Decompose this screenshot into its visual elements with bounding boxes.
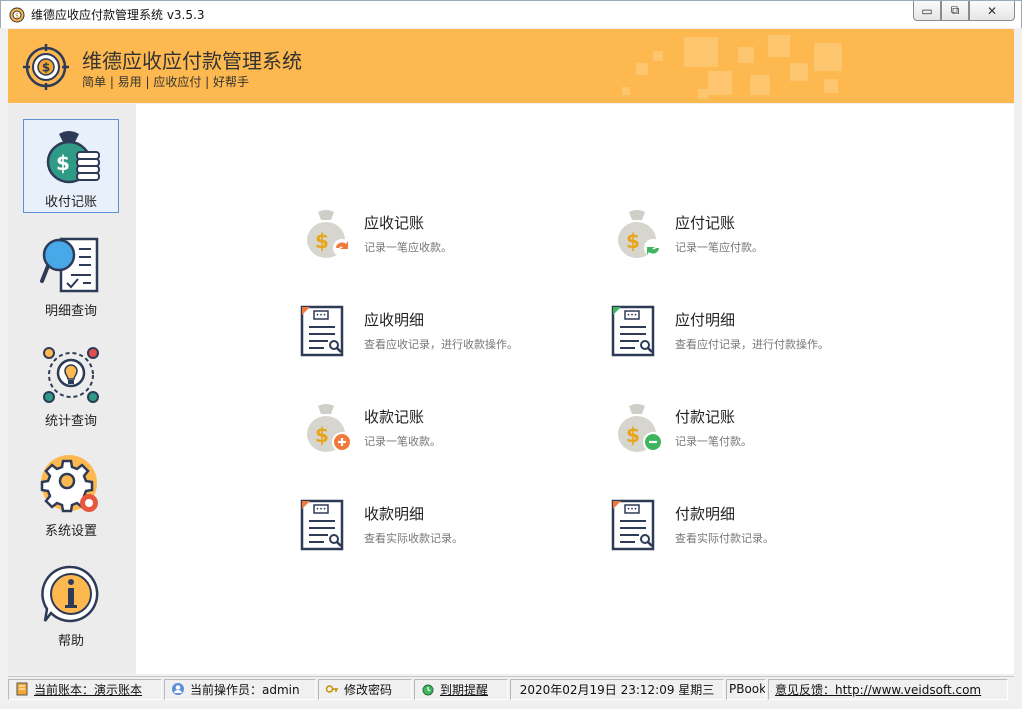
svg-text:$: $ — [626, 229, 640, 253]
document-search-icon: ••• — [300, 499, 344, 551]
svg-text:$: $ — [315, 229, 329, 253]
app-logo-icon: $ — [9, 7, 25, 22]
lightbulb-cycle-icon — [43, 347, 99, 403]
change-password-button[interactable]: 修改密码 — [318, 678, 412, 700]
receivable-entry-button[interactable]: $ 应收记账 记录一笔应收款。 — [300, 206, 452, 262]
svg-text:•••: ••• — [316, 506, 327, 513]
svg-text:•••: ••• — [316, 312, 327, 319]
function-title: 付款明细 — [675, 505, 736, 523]
window-titlebar: $ 维德应收应付款管理系统 v3.5.3 ▭ ⧉ ✕ — [0, 0, 1022, 28]
info-bubble-icon — [41, 565, 99, 623]
close-button[interactable]: ✕ — [969, 1, 1015, 21]
sidebar-item-label: 统计查询 — [44, 414, 97, 429]
status-bar: 当前账本：演示账本 当前操作员：admin 修改密码 到期提醒 2020年02月… — [8, 676, 1014, 701]
current-operator: 当前操作员：admin — [164, 678, 316, 700]
document-search-icon: ••• — [300, 305, 344, 357]
gears-icon — [40, 455, 98, 513]
svg-text:•••: ••• — [627, 312, 638, 319]
user-icon — [172, 683, 184, 695]
due-reminder-link[interactable]: 到期提醒 — [414, 678, 508, 700]
sidebar-item-system-settings[interactable]: 系统设置 — [23, 449, 119, 543]
function-title: 收款明细 — [364, 505, 425, 523]
sidebar-item-label: 明细查询 — [44, 304, 97, 319]
window-title: 维德应收应付款管理系统 v3.5.3 — [31, 8, 205, 22]
function-description: 记录一笔付款。 — [675, 435, 752, 448]
function-description: 记录一笔收款。 — [364, 435, 441, 448]
svg-text:$: $ — [626, 423, 640, 447]
function-description: 查看应收记录，进行收款操作。 — [364, 338, 518, 351]
sidebar-item-label: 系统设置 — [44, 524, 97, 539]
payable-entry-button[interactable]: $ 应付记账 记录一笔应付款。 — [611, 206, 763, 262]
main-panel: $ 应收记账 记录一笔应收款。 $ 应付记账 记录一笔应付款。 ••• 应收明细… — [136, 104, 1014, 674]
svg-text:$: $ — [42, 61, 50, 75]
feedback-link[interactable]: 意见反馈：http://www.veidsoft.com — [768, 678, 1008, 700]
receivable-detail-button[interactable]: ••• 应收明细 查看应收记录，进行收款操作。 — [300, 303, 518, 359]
payable-detail-button[interactable]: ••• 应付明细 查看应付记录，进行付款操作。 — [611, 303, 829, 359]
function-description: 记录一笔应收款。 — [364, 241, 452, 254]
money-bag-coins-icon: $ — [46, 131, 100, 184]
current-datetime: 2020年02月19日 23:12:09 星期三 — [510, 678, 724, 700]
payment-detail-button[interactable]: ••• 付款明细 查看实际付款记录。 — [611, 497, 774, 553]
document-search-icon: ••• — [611, 305, 655, 357]
sidebar-item-detail-query[interactable]: 明细查询 — [23, 229, 119, 323]
function-description: 查看实际付款记录。 — [675, 532, 774, 545]
target-coin-logo-icon: $ — [23, 44, 69, 90]
function-title: 应付记账 — [675, 214, 736, 232]
sidebar-item-help[interactable]: 帮助 — [23, 559, 119, 653]
money-bag-plus-icon: $ — [307, 404, 352, 452]
alarm-clock-icon — [422, 684, 434, 696]
money-bag-arrow-icon: $ — [307, 210, 351, 258]
svg-text:$: $ — [15, 12, 19, 19]
sidebar-item-statistics-query[interactable]: 统计查询 — [23, 339, 119, 433]
key-icon — [325, 685, 338, 693]
app-slogan: 简单 | 易用 | 应收应付 | 好帮手 — [82, 75, 250, 89]
ledger-book-icon — [16, 682, 28, 696]
function-title: 应收明细 — [364, 311, 425, 329]
function-description: 查看应付记录，进行付款操作。 — [675, 338, 829, 351]
function-title: 付款记账 — [675, 408, 736, 426]
receipt-detail-button[interactable]: ••• 收款明细 查看实际收款记录。 — [300, 497, 463, 553]
magnifier-document-icon — [40, 237, 99, 293]
function-description: 记录一笔应付款。 — [675, 241, 763, 254]
document-search-icon: ••• — [611, 499, 655, 551]
sidebar-item-income-expense-entry[interactable]: $ 收付记账 — [23, 119, 119, 213]
money-bag-minus-icon: $ — [618, 404, 663, 452]
payment-entry-button[interactable]: $ 付款记账 记录一笔付款。 — [611, 400, 752, 456]
app-name: 维德应收应付款管理系统 — [82, 49, 302, 73]
sidebar-nav: $ 收付记账 明细查询 统计查询 系统设置 帮助 — [8, 104, 136, 674]
window-controls: ▭ ⧉ ✕ — [913, 1, 1015, 21]
function-description: 查看实际收款记录。 — [364, 532, 463, 545]
sidebar-item-label: 帮助 — [57, 634, 84, 649]
function-title: 应付明细 — [675, 311, 736, 329]
book-path: PBook\ — [726, 678, 766, 700]
svg-text:•••: ••• — [627, 506, 638, 513]
function-title: 应收记账 — [364, 214, 425, 232]
receipt-entry-button[interactable]: $ 收款记账 记录一笔收款。 — [300, 400, 441, 456]
function-title: 收款记账 — [364, 408, 425, 426]
svg-text:$: $ — [56, 151, 70, 175]
minimize-button[interactable]: ▭ — [913, 1, 941, 21]
sidebar-item-label: 收付记账 — [44, 195, 97, 210]
money-bag-refresh-icon: $ — [618, 210, 662, 258]
maximize-button[interactable]: ⧉ — [941, 1, 969, 21]
header-banner: $ 维德应收应付款管理系统 简单 | 易用 | 应收应付 | 好帮手 — [8, 29, 1014, 103]
current-account-link[interactable]: 当前账本：演示账本 — [8, 678, 162, 700]
svg-text:$: $ — [315, 423, 329, 447]
